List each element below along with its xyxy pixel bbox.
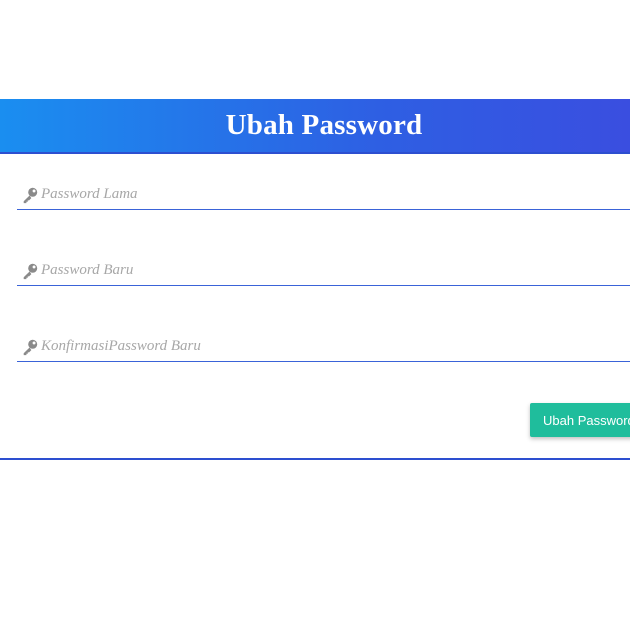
confirm-password-input[interactable] xyxy=(41,334,630,359)
new-password-field xyxy=(17,256,630,286)
page-title: Ubah Password xyxy=(225,109,423,141)
old-password-input[interactable] xyxy=(41,182,630,207)
change-password-page: Ubah Password Ubah Password xyxy=(0,0,630,630)
header-bar: Ubah Password xyxy=(0,99,630,154)
divider xyxy=(0,458,630,460)
key-icon xyxy=(23,187,38,203)
old-password-field xyxy=(17,180,630,210)
confirm-password-field xyxy=(17,332,630,362)
key-icon xyxy=(23,339,38,355)
new-password-input[interactable] xyxy=(41,258,630,283)
change-password-button[interactable]: Ubah Password xyxy=(530,403,630,437)
key-icon xyxy=(23,263,38,279)
